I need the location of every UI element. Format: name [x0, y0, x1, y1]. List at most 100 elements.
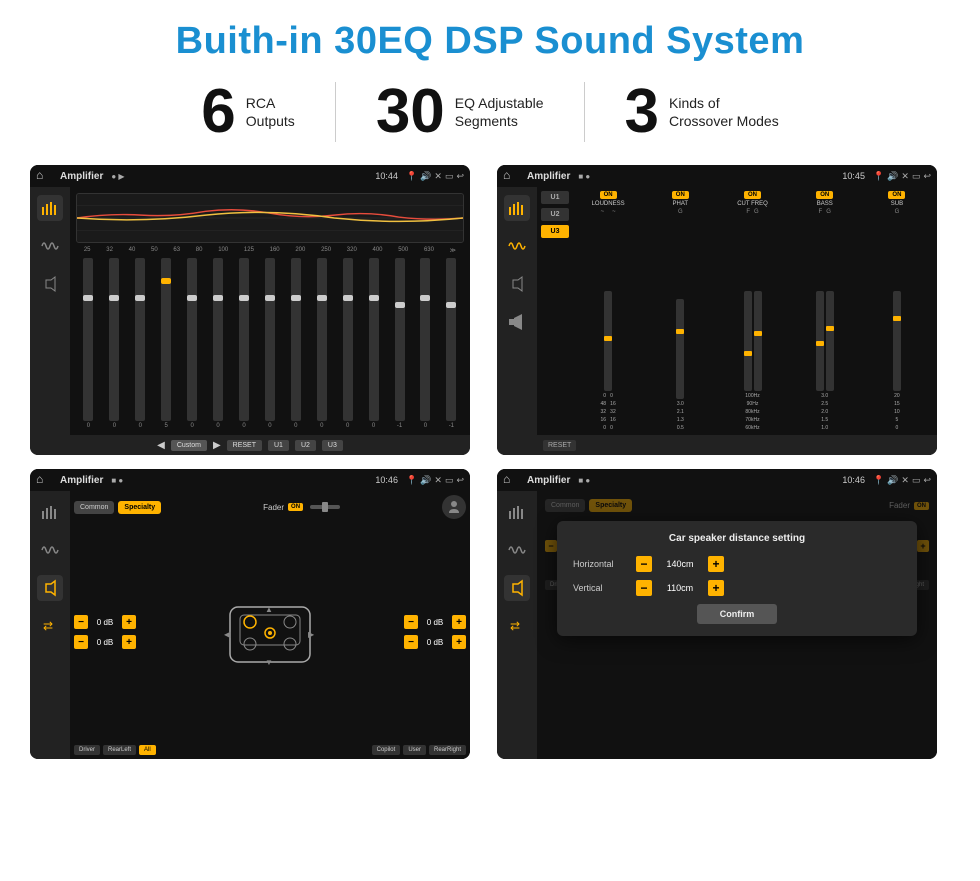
- dialog-horizontal-minus[interactable]: −: [636, 556, 652, 572]
- eq-slider-track-12[interactable]: [395, 258, 405, 421]
- crossover-u2-btn[interactable]: U2: [541, 208, 569, 221]
- fader-bottom-row: Driver RearLeft All Copilot User RearRig…: [74, 745, 466, 755]
- fader-plus-3[interactable]: +: [452, 615, 466, 629]
- fader-db-value-2: 0 dB: [91, 638, 119, 647]
- fader-sidebar-wave-icon[interactable]: [37, 537, 63, 563]
- fader-driver-btn[interactable]: Driver: [74, 745, 100, 755]
- fader-minus-3[interactable]: −: [404, 615, 418, 629]
- crossover-reset-btn[interactable]: RESET: [543, 440, 576, 451]
- eq-slider-track-8[interactable]: [291, 258, 301, 421]
- ch-loudness-label: LOUDNESS: [592, 201, 625, 207]
- fader-user-btn[interactable]: User: [403, 745, 426, 755]
- fader-rearleft-btn[interactable]: RearLeft: [103, 745, 136, 755]
- eq-sidebar-eq-icon[interactable]: [37, 195, 63, 221]
- page-wrapper: Buith-in 30EQ DSP Sound System 6 RCAOutp…: [0, 0, 980, 881]
- distance-sidebar-wave-icon[interactable]: [504, 537, 530, 563]
- eq-slider-track-13[interactable]: [420, 258, 430, 421]
- eq-slider-0: 0: [83, 258, 93, 429]
- confirm-button[interactable]: Confirm: [697, 604, 777, 624]
- eq-slider-track-5[interactable]: [213, 258, 223, 421]
- eq-sliders-container: 0 0 0 5: [76, 258, 464, 429]
- fader-plus-2[interactable]: +: [122, 635, 136, 649]
- eq-slider-track-3[interactable]: [161, 258, 171, 421]
- ch-bass-label: BASS: [817, 201, 833, 207]
- ch-cutfreq-on[interactable]: ON: [744, 191, 761, 199]
- eq-u3-btn[interactable]: U3: [322, 440, 343, 451]
- fader-minus-2[interactable]: −: [74, 635, 88, 649]
- eq-u1-btn[interactable]: U1: [268, 440, 289, 451]
- freq-400: 400: [373, 247, 383, 254]
- eq-slider-track-14[interactable]: [446, 258, 456, 421]
- eq-slider-track-11[interactable]: [369, 258, 379, 421]
- dialog-vertical-plus[interactable]: +: [708, 580, 724, 596]
- distance-sidebar-speaker-icon[interactable]: [504, 575, 530, 601]
- fader-sidebar-eq-icon[interactable]: [37, 499, 63, 525]
- dialog-horizontal-value: 140cm: [660, 559, 700, 569]
- ch-cutfreq-label: CUT FREQ: [737, 201, 768, 207]
- ch-phat-on[interactable]: ON: [672, 191, 689, 199]
- eq-slider-track-6[interactable]: [239, 258, 249, 421]
- fader-on-btn[interactable]: ON: [288, 503, 303, 511]
- eq-slider-track-4[interactable]: [187, 258, 197, 421]
- dialog-vertical-row: Vertical − 110cm +: [573, 580, 901, 596]
- fader-all-btn[interactable]: All: [139, 745, 156, 755]
- fader-main-content: Common Specialty Fader ON −: [70, 491, 470, 759]
- fader-common-btn[interactable]: Common: [74, 501, 114, 514]
- distance-sidebar-arrows-icon[interactable]: ⇄: [504, 613, 530, 639]
- eq-reset-btn[interactable]: RESET: [227, 440, 262, 451]
- fader-db-row-1: − 0 dB +: [74, 615, 136, 629]
- fader-plus-1[interactable]: +: [122, 615, 136, 629]
- fader-rearright-btn[interactable]: RearRight: [429, 745, 466, 755]
- eq-slider-track-7[interactable]: [265, 258, 275, 421]
- crossover-sidebar-speaker-icon[interactable]: [504, 271, 530, 297]
- distance-dialog: Car speaker distance setting Horizontal …: [557, 521, 917, 636]
- fader-label: Fader: [263, 503, 284, 512]
- fader-copilot-btn[interactable]: Copilot: [372, 745, 401, 755]
- freq-32: 32: [106, 247, 113, 254]
- eq-slider-track-2[interactable]: [135, 258, 145, 421]
- eq-play-btn[interactable]: ▶: [213, 440, 221, 451]
- crossover-home-icon: ⌂: [503, 168, 519, 184]
- crossover-sidebar-vol-icon[interactable]: [504, 309, 530, 335]
- fader-plus-4[interactable]: +: [452, 635, 466, 649]
- eq-u2-btn[interactable]: U2: [295, 440, 316, 451]
- eq-app-name: Amplifier: [60, 171, 103, 182]
- crossover-u1-btn[interactable]: U1: [541, 191, 569, 204]
- eq-slider-14: -1: [446, 258, 456, 429]
- freq-500: 500: [398, 247, 408, 254]
- fader-specialty-btn[interactable]: Specialty: [118, 501, 161, 514]
- fader-app-name: Amplifier: [60, 475, 103, 486]
- crossover-icons-right: 📍 🔊 ✕ ▭ ↩: [873, 171, 931, 182]
- crossover-sidebar-eq-icon[interactable]: [504, 195, 530, 221]
- ch-bass-on[interactable]: ON: [816, 191, 833, 199]
- distance-window-icon: ▭: [912, 475, 921, 486]
- eq-slider-track-10[interactable]: [343, 258, 353, 421]
- fader-minus-1[interactable]: −: [74, 615, 88, 629]
- freq-40: 40: [129, 247, 136, 254]
- eq-slider-track-9[interactable]: [317, 258, 327, 421]
- main-title: Buith-in 30EQ DSP Sound System: [30, 20, 950, 63]
- eq-sidebar-speaker-icon[interactable]: [37, 271, 63, 297]
- eq-prev-btn[interactable]: ◀: [157, 440, 165, 451]
- screen-crossover: ⌂ Amplifier ■ ● 10:45 📍 🔊 ✕ ▭ ↩: [497, 165, 937, 455]
- crossover-u3-btn[interactable]: U3: [541, 225, 569, 238]
- screen-distance: ⌂ Amplifier ■ ● 10:46 📍 🔊 ✕ ▭ ↩: [497, 469, 937, 759]
- eq-slider-10: 0: [343, 258, 353, 429]
- distance-sidebar-eq-icon[interactable]: [504, 499, 530, 525]
- dialog-title: Car speaker distance setting: [573, 533, 901, 544]
- dialog-horizontal-plus[interactable]: +: [708, 556, 724, 572]
- eq-slider-track-1[interactable]: [109, 258, 119, 421]
- dialog-vertical-minus[interactable]: −: [636, 580, 652, 596]
- stat-eq: 30 EQ AdjustableSegments: [336, 81, 584, 143]
- eq-custom-btn[interactable]: Custom: [171, 440, 207, 451]
- freq-320: 320: [347, 247, 357, 254]
- eq-slider-track-0[interactable]: [83, 258, 93, 421]
- ch-sub-on[interactable]: ON: [888, 191, 905, 199]
- ch-phat-label: PHAT: [673, 201, 689, 207]
- fader-sidebar-arrows-icon[interactable]: ⇄: [37, 613, 63, 639]
- fader-minus-4[interactable]: −: [404, 635, 418, 649]
- eq-sidebar-wave-icon[interactable]: [37, 233, 63, 259]
- fader-sidebar-speaker-icon[interactable]: [37, 575, 63, 601]
- crossover-sidebar-wave-icon[interactable]: [504, 233, 530, 259]
- ch-loudness-on[interactable]: ON: [600, 191, 617, 199]
